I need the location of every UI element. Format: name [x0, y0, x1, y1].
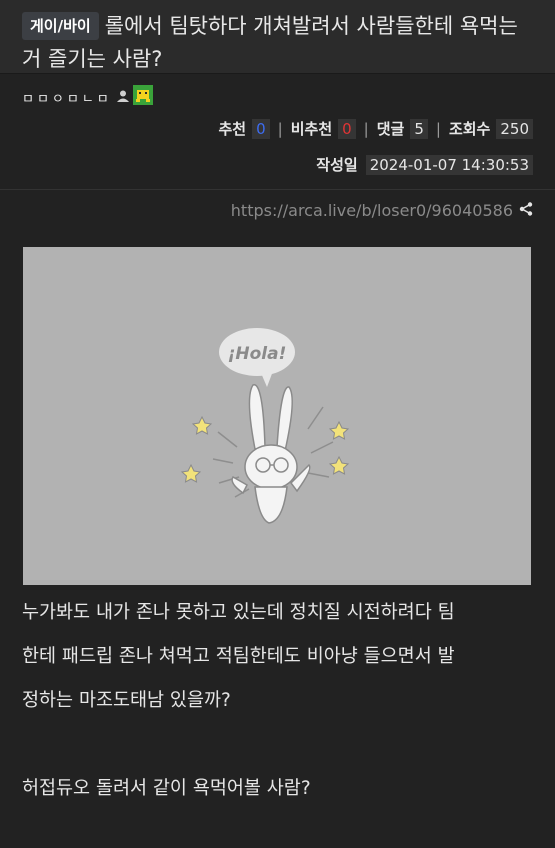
downvote-count: 0: [338, 118, 356, 139]
recommend-count: 0: [252, 118, 270, 139]
badge-icon: [132, 85, 153, 109]
user-icon: [116, 88, 130, 107]
post-date: 2024-01-07 14:30:53: [365, 154, 533, 175]
divider: |: [277, 119, 283, 138]
bubble-text: ¡Hola!: [228, 344, 287, 364]
date-label: 작성일: [316, 156, 358, 174]
author-row: ㅁㅁㅇㅁㄴㅁ: [22, 84, 533, 110]
divider: |: [435, 119, 441, 138]
downvote-label: 비추천: [290, 120, 333, 138]
body-line-blank: [22, 723, 533, 767]
comments-label: 댓글: [376, 120, 405, 138]
views-count: 250: [496, 118, 533, 139]
post-title-line: 게이/바이 롤에서 팀탓하다 개쳐발려서 사람들한테 욕먹는거 즐기는 사람?: [22, 10, 533, 76]
post-header: 게이/바이 롤에서 팀탓하다 개쳐발려서 사람들한테 욕먹는거 즐기는 사람?: [0, 0, 555, 74]
category-badge[interactable]: 게이/바이: [22, 12, 99, 40]
body-line: 허접듀오 돌려서 같이 욕먹어볼 사람?: [22, 778, 311, 799]
body-line: 누가봐도 내가 존나 못하고 있는데 정치질 시전하려다 팀: [22, 602, 455, 623]
date-row: 작성일 2024-01-07 14:30:53: [316, 154, 533, 175]
recommend-label: 추천: [218, 120, 247, 138]
body-line: 정하는 마조도태남 있을까?: [22, 690, 231, 711]
stats-row: 추천 0 | 비추천 0 | 댓글 5 | 조회수 250: [218, 118, 533, 139]
share-icon[interactable]: [519, 201, 533, 220]
divider: |: [363, 119, 369, 138]
comments-count: 5: [410, 118, 428, 139]
post-image-placeholder[interactable]: ¡Hola!: [23, 247, 531, 585]
post-meta: ㅁㅁㅇㅁㄴㅁ 추천 0 | 비추천 0 | 댓글 5 | 조회수 250 작성일…: [0, 74, 555, 190]
post-link-row: https://arca.live/b/loser0/96040586: [0, 190, 555, 230]
body-line: 한테 패드립 존나 쳐먹고 적팀한테도 비아냥 들으면서 발: [22, 646, 455, 667]
bunny-illustration: ¡Hola!: [180, 328, 350, 524]
views-label: 조회수: [448, 120, 491, 138]
post-url[interactable]: https://arca.live/b/loser0/96040586: [231, 201, 513, 220]
author-name[interactable]: ㅁㅁㅇㅁㄴㅁ: [22, 88, 112, 107]
post-body: 누가봐도 내가 존나 못하고 있는데 정치질 시전하려다 팀 한테 패드립 존나…: [0, 585, 555, 811]
